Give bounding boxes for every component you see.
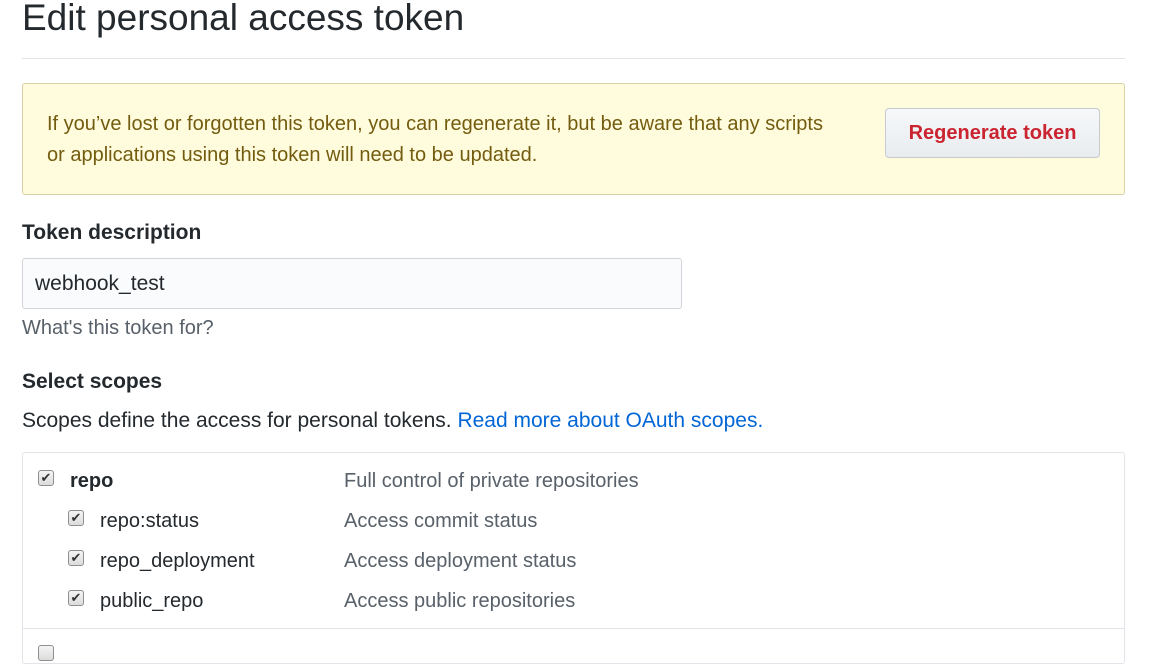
scope-row-repo: ✔ repo Full control of private repositor…	[23, 460, 1124, 500]
token-description-label: Token description	[22, 221, 202, 244]
scope-group-divider	[23, 628, 1124, 629]
page-title: Edit personal access token	[22, 0, 465, 38]
token-description-hint: What's this token for?	[22, 317, 214, 339]
scope-row-public-repo: ✔ public_repo Access public repositories	[23, 580, 1124, 620]
scope-checkbox-next-group[interactable]	[38, 645, 54, 661]
scope-checkbox-public-repo[interactable]: ✔	[68, 590, 84, 606]
checkmark-icon: ✔	[70, 510, 82, 525]
scope-checkbox-repo-deployment[interactable]: ✔	[68, 550, 84, 566]
token-description-input[interactable]	[22, 258, 682, 309]
scopes-intro-text: Scopes define the access for personal to…	[22, 409, 452, 432]
scope-list: ✔ repo Full control of private repositor…	[22, 452, 1125, 664]
checkmark-icon: ✔	[70, 590, 82, 605]
scope-checkbox-repo[interactable]: ✔	[38, 470, 54, 486]
checkmark-icon: ✔	[40, 470, 52, 485]
scope-row-repo-deployment: ✔ repo_deployment Access deployment stat…	[23, 540, 1124, 580]
scope-checkbox-repo-status[interactable]: ✔	[68, 510, 84, 526]
scope-description-repo-deployment: Access deployment status	[344, 550, 577, 572]
select-scopes-label: Select scopes	[22, 370, 163, 393]
scope-name-repo-deployment: repo_deployment	[100, 550, 255, 572]
scope-name-public-repo: public_repo	[100, 590, 204, 612]
regenerate-warning-flash: If you’ve lost or forgotten this token, …	[22, 83, 1125, 195]
scopes-description: Scopes define the access for personal to…	[22, 409, 763, 433]
scope-name-repo: repo	[70, 470, 114, 492]
checkmark-icon: ✔	[70, 550, 82, 565]
scope-name-repo-status: repo:status	[100, 510, 199, 532]
flash-message: If you’ve lost or forgotten this token, …	[47, 113, 823, 166]
title-divider	[22, 58, 1125, 59]
scope-description-repo-status: Access commit status	[344, 510, 538, 532]
regenerate-token-button[interactable]: Regenerate token	[885, 108, 1100, 158]
scope-description-public-repo: Access public repositories	[344, 590, 576, 612]
oauth-scopes-link[interactable]: Read more about OAuth scopes.	[457, 409, 763, 432]
scope-row-repo-status: ✔ repo:status Access commit status	[23, 500, 1124, 540]
scope-description-repo: Full control of private repositories	[344, 470, 639, 492]
